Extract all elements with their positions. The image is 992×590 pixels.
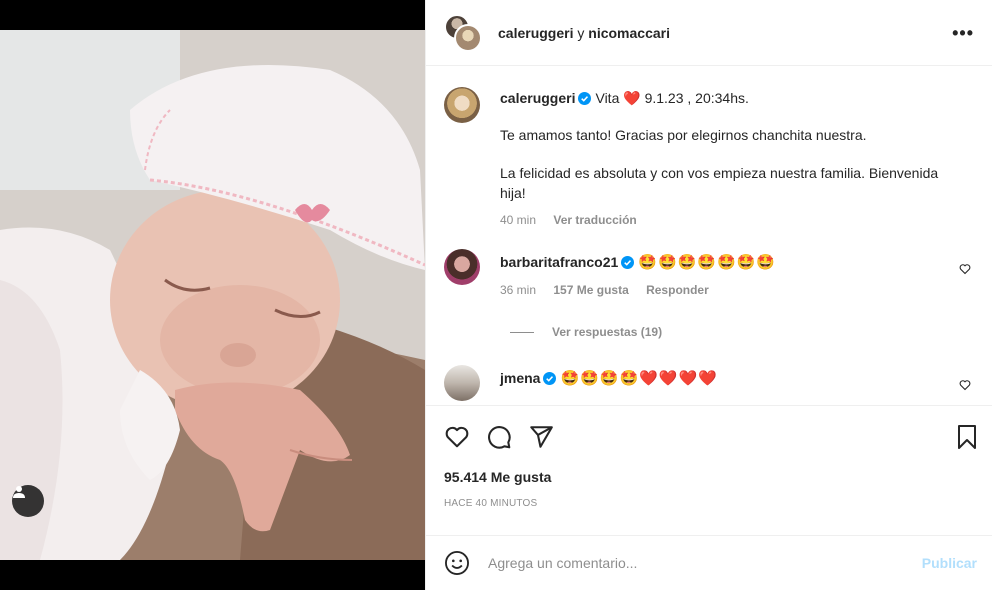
baby-photo-illustration — [0, 30, 425, 560]
view-replies-line — [510, 331, 534, 333]
caption-time[interactable]: 40 min — [500, 213, 536, 227]
post-media — [0, 0, 425, 590]
comment-body: barbaritafranco21 🤩🤩🤩🤩🤩🤩🤩 36 min 157 Me g… — [500, 249, 776, 297]
comment-meta: 36 min 157 Me gusta Responder — [500, 283, 776, 297]
post-comment-button[interactable]: Publicar — [922, 555, 977, 571]
comments-section[interactable]: caleruggeri Vita ❤️ 9.1.23 , 20:34hs. Te … — [426, 67, 992, 405]
comment-text: 🤩🤩🤩🤩🤩🤩🤩 — [638, 254, 777, 271]
post-photo[interactable] — [0, 30, 425, 560]
verified-badge-icon — [621, 256, 635, 269]
action-icons — [444, 406, 976, 468]
post-time-ago[interactable]: HACE 40 MINUTOS — [444, 498, 975, 509]
owner-username-link[interactable]: caleruggeri — [498, 25, 573, 41]
comment-username[interactable]: barbaritafranco21 — [500, 254, 618, 270]
caption: caleruggeri Vita ❤️ 9.1.23 , 20:34hs. Te … — [444, 87, 975, 227]
post-header: caleruggeri y nicomaccari ••• — [426, 0, 992, 66]
verified-badge-icon — [578, 92, 592, 105]
user-tag-icon — [13, 486, 25, 498]
comment-text: 🤩🤩🤩🤩❤️❤️❤️❤️ — [560, 370, 718, 387]
comment: barbaritafranco21 🤩🤩🤩🤩🤩🤩🤩 36 min 157 Me g… — [444, 249, 975, 297]
share-icon[interactable] — [528, 424, 554, 450]
caption-date: 9.1.23 , 20:34hs. — [644, 90, 749, 106]
translate-link[interactable]: Ver traducción — [553, 213, 636, 227]
comment-composer: Publicar — [426, 535, 992, 590]
caption-paragraph: La felicidad es absoluta y con vos empie… — [500, 165, 939, 201]
owners-separator: y — [577, 24, 585, 41]
comment-icon[interactable] — [486, 424, 512, 450]
post-details-panel: caleruggeri y nicomaccari ••• calerugger… — [425, 0, 992, 590]
collab-avatars[interactable] — [444, 13, 482, 52]
avatar — [454, 23, 482, 52]
caption-text: Vita — [595, 90, 620, 106]
caption-paragraph: Te amamos tanto! Gracias por elegirnos c… — [500, 127, 867, 143]
heart-icon[interactable] — [444, 424, 470, 450]
comment-input[interactable] — [488, 555, 922, 571]
comment-like-heart-icon[interactable] — [959, 379, 971, 391]
avatar[interactable] — [444, 249, 480, 285]
post-owners: caleruggeri y nicomaccari — [498, 25, 670, 41]
comment: jmena 🤩🤩🤩🤩❤️❤️❤️❤️ — [444, 365, 975, 401]
owner-username-link[interactable]: nicomaccari — [588, 25, 670, 41]
view-replies-label: Ver respuestas (19) — [552, 325, 663, 339]
bookmark-icon[interactable] — [955, 424, 979, 453]
emoji-icon[interactable] — [444, 550, 470, 576]
tagged-users-button[interactable] — [12, 485, 44, 517]
caption-username[interactable]: caleruggeri — [500, 90, 575, 106]
comment-body: jmena 🤩🤩🤩🤩❤️❤️❤️❤️ — [500, 365, 718, 401]
verified-badge-icon — [543, 372, 557, 385]
avatar[interactable] — [444, 365, 480, 401]
caption-emoji: ❤️ — [623, 90, 641, 106]
post-actions: 95.414 Me gusta HACE 40 MINUTOS — [426, 405, 992, 535]
comment-time[interactable]: 36 min — [500, 283, 536, 297]
comment-like-heart-icon[interactable] — [959, 263, 971, 275]
avatar[interactable] — [444, 87, 480, 123]
reply-button[interactable]: Responder — [646, 283, 709, 297]
view-replies-button[interactable]: Ver respuestas (19) — [510, 325, 975, 339]
caption-meta: 40 min Ver traducción — [500, 213, 940, 227]
caption-body: caleruggeri Vita ❤️ 9.1.23 , 20:34hs. Te … — [500, 87, 940, 227]
likes-count[interactable]: 95.414 Me gusta — [444, 469, 975, 485]
comment-username[interactable]: jmena — [500, 370, 540, 386]
more-options-icon[interactable]: ••• — [952, 24, 974, 42]
comment-likes[interactable]: 157 Me gusta — [553, 283, 628, 297]
